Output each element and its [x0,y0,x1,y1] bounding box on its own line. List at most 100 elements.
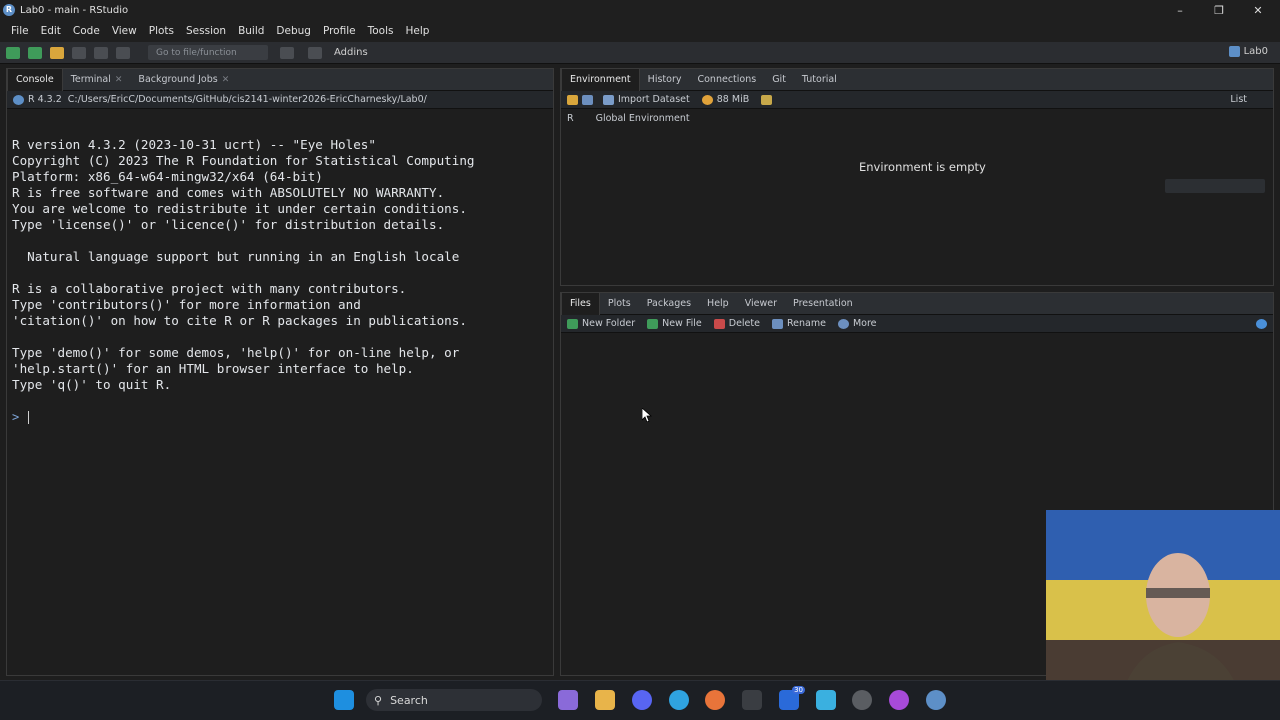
addins-menu[interactable]: Addins [334,47,368,58]
memory-usage-button[interactable]: 88 MiB [701,94,749,105]
tab-viewer[interactable]: Viewer [737,293,785,315]
restore-button[interactable]: ❐ [1199,0,1239,20]
tab-background-jobs[interactable]: Background Jobs ✕ [130,69,237,91]
r-icon [13,94,24,105]
menu-profile[interactable]: Profile [317,25,362,37]
github-desktop-icon[interactable] [889,690,909,710]
view-mode-dropdown[interactable]: List [1230,94,1247,105]
tab-history[interactable]: History [640,69,690,91]
new-folder-button[interactable]: New Folder [567,318,635,329]
rename-icon [771,318,783,329]
notepad-icon[interactable] [816,690,836,710]
console-prompt[interactable]: > [12,410,19,424]
text-cursor [28,411,29,424]
menu-plots[interactable]: Plots [143,25,180,37]
tab-presentation[interactable]: Presentation [785,293,861,315]
console-line: Type 'contributors()' for more informati… [12,297,361,312]
more-button[interactable]: More [837,318,877,329]
environment-tabs: Environment History Connections Git Tuto… [561,68,1273,91]
load-workspace-icon[interactable] [567,94,578,105]
tab-connections[interactable]: Connections [689,69,764,91]
save-all-icon[interactable] [94,46,108,59]
firefox-icon[interactable] [705,690,725,710]
file-explorer-icon[interactable] [595,690,615,710]
print-icon[interactable] [116,46,130,59]
menu-build[interactable]: Build [232,25,270,37]
refresh-icon[interactable] [1256,318,1267,329]
title-bar: R Lab0 - main - RStudio [0,0,1280,20]
tab-tutorial[interactable]: Tutorial [794,69,845,91]
environment-toolbar: Import Dataset 88 MiB List [561,91,1273,109]
main-toolbar: Go to file/function Addins [0,42,1280,64]
settings-icon[interactable] [852,690,872,710]
pie-icon [701,94,713,105]
r-version: R 4.3.2 [28,94,62,105]
console-tabs: Console Terminal ✕ Background Jobs ✕ [7,68,553,91]
taskbar-search[interactable]: ⚲ Search [366,689,542,711]
console-line: Natural language support but running in … [12,249,460,264]
language-dropdown[interactable]: R [567,113,574,124]
files-tabs: Files Plots Packages Help Viewer Present… [561,292,1273,315]
close-icon[interactable]: ✕ [222,75,230,85]
console-line: Copyright (C) 2023 The R Foundation for … [12,153,475,168]
console-line: R is a collaborative project with many c… [12,281,407,296]
console-path-bar: R 4.3.2 C:/Users/EricC/Documents/GitHub/… [7,91,553,109]
rename-button[interactable]: Rename [771,318,826,329]
menu-help[interactable]: Help [399,25,435,37]
menu-file[interactable]: File [5,25,35,37]
console-line: 'help.start()' for an HTML browser inter… [12,361,414,376]
minimize-button[interactable]: – [1160,0,1200,20]
import-dataset-button[interactable]: Import Dataset [603,94,690,105]
search-icon: ⚲ [374,693,383,707]
menu-debug[interactable]: Debug [270,25,317,37]
discord-icon[interactable] [632,690,652,710]
tab-git[interactable]: Git [764,69,794,91]
tab-console[interactable]: Console [7,68,63,91]
mouse-pointer-icon [642,408,652,422]
goto-file-input[interactable]: Go to file/function [148,45,268,60]
menu-edit[interactable]: Edit [35,25,67,37]
menu-view[interactable]: View [106,25,143,37]
broom-icon[interactable] [761,94,773,105]
environment-pane: Environment History Connections Git Tuto… [560,68,1274,286]
tab-plots[interactable]: Plots [600,293,639,315]
scope-dropdown[interactable]: Global Environment [596,113,690,124]
window-title: Lab0 - main - RStudio [20,4,129,16]
save-workspace-icon[interactable] [582,94,593,105]
working-directory[interactable]: C:/Users/EricC/Documents/GitHub/cis2141-… [68,94,427,105]
table-icon [603,94,614,105]
terminal-icon[interactable] [742,690,762,710]
git-icon[interactable] [280,46,294,59]
rstudio-taskbar-icon[interactable] [926,690,946,710]
tab-files[interactable]: Files [561,292,600,315]
console-line: Type 'q()' to quit R. [12,377,172,392]
menu-tools[interactable]: Tools [362,25,400,37]
console-output: R version 4.3.2 (2023-10-31 ucrt) -- "Ey… [12,121,475,409]
tab-help[interactable]: Help [699,293,737,315]
new-project-icon[interactable] [28,46,42,59]
windows-start-icon[interactable] [334,690,354,710]
new-file-button[interactable]: New File [647,318,702,329]
tab-environment[interactable]: Environment [561,68,640,91]
console-line: Type 'license()' or 'licence()' for dist… [12,217,445,232]
tab-terminal[interactable]: Terminal ✕ [63,69,131,91]
console-line: R version 4.3.2 (2023-10-31 ucrt) -- "Ey… [12,137,376,152]
close-button[interactable]: ✕ [1238,0,1278,20]
tab-packages[interactable]: Packages [639,293,699,315]
delete-button[interactable]: Delete [713,318,760,329]
close-icon[interactable]: ✕ [115,75,123,85]
environment-search-input[interactable] [1165,179,1265,193]
save-icon[interactable] [72,46,86,59]
gear-icon [837,318,849,329]
project-menu[interactable]: Lab0 [1228,46,1268,57]
edge-icon[interactable] [669,690,689,710]
menu-code[interactable]: Code [67,25,106,37]
open-file-icon[interactable] [50,46,64,59]
grid-layout-icon[interactable] [308,46,322,59]
menu-bar: File Edit Code View Plots Session Build … [0,20,1280,42]
menu-session[interactable]: Session [180,25,232,37]
copilot-icon[interactable] [558,690,578,710]
new-file-icon[interactable] [6,46,20,59]
teams-icon[interactable]: 30 [779,686,805,710]
